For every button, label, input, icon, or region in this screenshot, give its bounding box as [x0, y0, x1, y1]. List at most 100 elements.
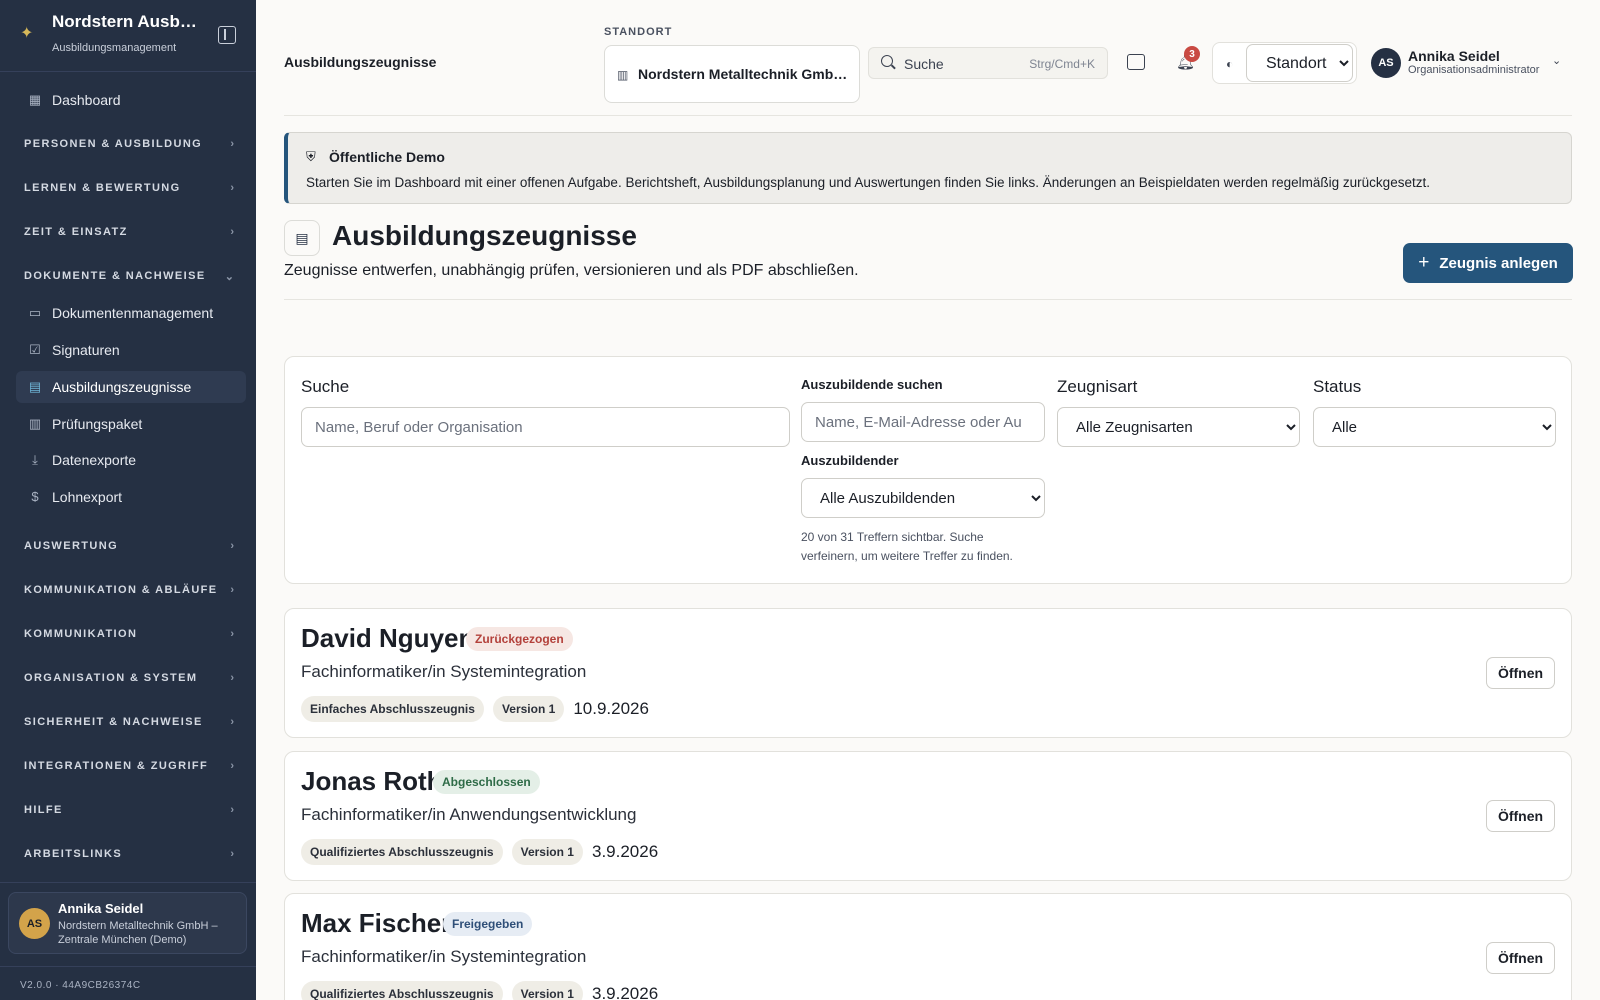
certificate-meta: Qualifiziertes Abschlusszeugnis Version …	[301, 981, 658, 1000]
add-certificate-label: Zeugnis anlegen	[1439, 254, 1558, 272]
sidebar-item-label: Ausbildungszeugnisse	[52, 379, 192, 395]
nav-section-arbeitslinks[interactable]: ARBEITSLINKS ›	[24, 844, 234, 864]
certificate-card: David Nguyen Zurückgezogen Fachinformati…	[284, 608, 1572, 738]
section-label: HILFE	[24, 804, 63, 816]
certificate-card: Jonas Roth Abgeschlossen Fachinformatike…	[284, 751, 1572, 881]
open-button[interactable]: Öffnen	[1486, 942, 1555, 974]
status-label: Status	[1313, 377, 1362, 396]
chevron-right-icon: ›	[230, 672, 234, 684]
header-title: Ausbildungszeugnisse	[284, 54, 437, 70]
brand-subtitle: Ausbildungsmanagement	[52, 42, 177, 54]
nav-section-personen[interactable]: PERSONEN & AUSBILDUNG ›	[24, 134, 234, 154]
nav-section-auswertung[interactable]: AUSWERTUNG ›	[24, 536, 234, 556]
hits-info: 20 von 31 Treffern sichtbar. Suche verfe…	[801, 530, 1013, 563]
trainee-name: David Nguyen	[301, 623, 475, 653]
sidebar-item-signaturen[interactable]: ☑ Signaturen	[16, 334, 246, 366]
divider	[284, 299, 1572, 300]
add-certificate-button[interactable]: + Zeugnis anlegen	[1403, 243, 1573, 283]
certificate-type-badge: Qualifiziertes Abschlusszeugnis	[301, 839, 503, 865]
certificate-date: 3.9.2026	[591, 842, 659, 861]
dollar-icon: $	[31, 489, 39, 504]
sidebar-item-pruefungspaket[interactable]: ▥ Prüfungspaket	[16, 408, 246, 440]
nav-section-kommunikation[interactable]: KOMMUNIKATION ›	[24, 624, 234, 644]
brand-title: Nordstern Ausbildung	[52, 12, 200, 31]
status-badge: Abgeschlossen	[433, 770, 540, 794]
trainee-name: Jonas Roth	[301, 766, 443, 796]
header-user-name[interactable]: Annika Seidel	[1408, 48, 1500, 64]
chevron-right-icon: ›	[230, 804, 234, 816]
section-label: SICHERHEIT & NACHWEISE	[24, 716, 203, 728]
avatar: AS	[19, 908, 50, 939]
brand: ✦ Nordstern Ausbildung Ausbildungsmanage…	[0, 0, 256, 72]
nav-section-dokumente[interactable]: DOKUMENTE & NACHWEISE ⌄	[24, 266, 234, 286]
chevron-right-icon: ›	[230, 138, 234, 150]
nav-section-zeit[interactable]: ZEIT & EINSATZ ›	[24, 222, 234, 242]
nav-section-integrationen[interactable]: INTEGRATIONEN & ZUGRIFF ›	[24, 756, 234, 776]
building-icon: ▥	[28, 416, 42, 431]
nav-section-hilfe[interactable]: HILFE ›	[24, 800, 234, 820]
page-title: Ausbildungszeugnisse	[332, 220, 637, 251]
location-picker[interactable]: ▥ Nordstern Metalltechnik GmbH – Zentral…	[604, 45, 860, 103]
certificate-type-badge: Einfaches Abschlusszeugnis	[301, 696, 484, 722]
status-badge: Freigegeben	[443, 912, 533, 936]
sidebar-item-label: Datenexporte	[52, 452, 137, 468]
sidebar-item-dokumentenmanagement[interactable]: ▭ Dokumentenmanagement	[16, 297, 246, 329]
palette-icon[interactable]: ◐	[1226, 57, 1233, 71]
standort-select[interactable]: Standort	[1246, 44, 1353, 82]
section-label: ZEIT & EINSATZ	[24, 226, 128, 238]
chat-icon[interactable]	[1127, 54, 1145, 70]
building-icon: ▥	[617, 68, 629, 82]
sidebar-user-card[interactable]: AS Annika Seidel Nordstern Metalltechnik…	[8, 892, 247, 954]
location-label: STANDORT	[604, 26, 673, 38]
chevron-right-icon: ›	[230, 182, 234, 194]
certificate-type-badge: Qualifiziertes Abschlusszeugnis	[301, 981, 503, 1000]
folder-icon: ▭	[28, 305, 42, 320]
status-badge: Zurückgezogen	[466, 627, 573, 651]
certificate-meta: Einfaches Abschlusszeugnis Version 1 10.…	[301, 696, 649, 722]
global-search[interactable]: Suche Strg/Cmd+K	[868, 47, 1108, 79]
open-button[interactable]: Öffnen	[1486, 657, 1555, 689]
file-certificate-icon: ▤	[284, 220, 320, 256]
certificate-type-select[interactable]: Alle Zeugnisarten	[1057, 407, 1300, 447]
app-version: V2.0.0 · 44A9CB26374C	[20, 980, 141, 991]
sidebar-collapse-icon[interactable]	[218, 26, 236, 44]
section-label: INTEGRATIONEN & ZUGRIFF	[24, 760, 209, 772]
sidebar-item-ausbildungszeugnisse[interactable]: ▤ Ausbildungszeugnisse	[16, 371, 246, 403]
section-label: LERNEN & BEWERTUNG	[24, 182, 181, 194]
chevron-right-icon: ›	[230, 760, 234, 772]
filter-panel: Suche Auszubildende suchen Auszubildende…	[284, 356, 1572, 584]
banner-title: Öffentliche Demo	[329, 149, 445, 165]
sidebar-item-dashboard[interactable]: ▦ Dashboard	[16, 84, 246, 116]
sidebar-item-datenexporte[interactable]: ⤓ Datenexporte	[16, 444, 246, 476]
section-label: DOKUMENTE & NACHWEISE	[24, 270, 206, 282]
search-input[interactable]	[301, 407, 790, 447]
certificate-card: Max Fischer Freigegeben Fachinformatiker…	[284, 893, 1572, 1000]
trainee-search-input[interactable]	[801, 402, 1045, 442]
section-label: ARBEITSLINKS	[24, 848, 123, 860]
nav-section-lernen[interactable]: LERNEN & BEWERTUNG ›	[24, 178, 234, 198]
section-label: KOMMUNIKATION & ABLÄUFE	[24, 584, 218, 596]
chevron-down-icon: ⌄	[224, 270, 234, 283]
trainee-name: Max Fischer	[301, 908, 452, 938]
search-label: Suche	[301, 377, 350, 396]
trainee-select[interactable]: Alle Auszubildenden	[801, 478, 1045, 518]
version-badge: Version 1	[511, 981, 583, 1000]
nav-section-organisation[interactable]: ORGANISATION & SYSTEM ›	[24, 668, 234, 688]
location-value: Nordstern Metalltechnik GmbH – Zentrale …	[638, 66, 850, 82]
trainee-label: Auszubildender	[801, 453, 899, 468]
avatar[interactable]: AS	[1371, 48, 1401, 78]
user-name: Annika Seidel	[58, 901, 144, 916]
nav-section-kommunikation-ablaeufe[interactable]: KOMMUNIKATION & ABLÄUFE ›	[24, 580, 234, 600]
checkbox-icon: ☑	[29, 342, 41, 357]
open-button[interactable]: Öffnen	[1486, 800, 1555, 832]
nav-section-sicherheit[interactable]: SICHERHEIT & NACHWEISE ›	[24, 712, 234, 732]
certificate-date: 3.9.2026	[591, 984, 659, 1000]
chevron-down-icon[interactable]: ⌄	[1552, 54, 1561, 67]
sidebar-item-lohnexport[interactable]: $ Lohnexport	[16, 481, 246, 513]
file-certificate-icon: ▤	[28, 379, 42, 394]
chevron-right-icon: ›	[230, 848, 234, 860]
shield-check-icon: ⛨	[306, 149, 316, 164]
user-organisation: Nordstern Metalltechnik GmbH – Zentrale …	[58, 920, 218, 946]
status-select[interactable]: Alle	[1313, 407, 1556, 447]
chevron-right-icon: ›	[230, 226, 234, 238]
